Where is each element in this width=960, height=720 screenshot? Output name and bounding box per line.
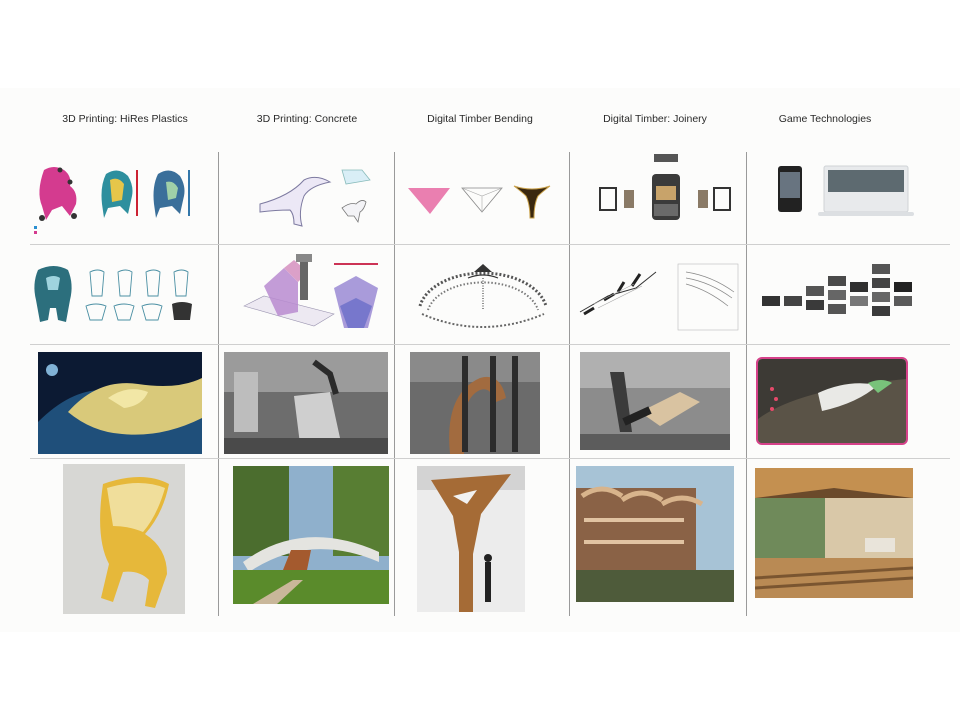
top-margin xyxy=(0,0,960,88)
column-divider xyxy=(569,152,570,616)
timber-joinery-assembly-diagram xyxy=(574,256,744,336)
column-divider xyxy=(746,152,747,616)
column-title-hires-plastics: 3D Printing: HiRes Plastics xyxy=(62,113,188,125)
row-divider xyxy=(30,344,950,345)
column-title-timber-joinery: Digital Timber: Joinery xyxy=(603,113,707,125)
game-tech-interior-photo xyxy=(755,468,913,598)
game-tech-devices-diagram xyxy=(764,162,924,224)
concrete-bench-diagram xyxy=(230,160,390,240)
timber-bending-result-photo xyxy=(417,466,525,612)
column-title-concrete: 3D Printing: Concrete xyxy=(256,113,358,125)
row-divider xyxy=(30,458,950,459)
concrete-print-robot-photo xyxy=(224,352,388,454)
plastics-chair-analysis-diagram xyxy=(30,160,210,240)
plastics-print-closeup-photo xyxy=(38,352,202,454)
column-divider xyxy=(394,152,395,616)
column-title-game-technologies: Game Technologies xyxy=(778,113,872,125)
timber-joinery-robot-photo xyxy=(580,352,730,450)
plastics-chair-variants-diagram xyxy=(30,256,210,336)
timber-joinery-building-photo xyxy=(576,466,734,602)
row-divider xyxy=(30,244,950,245)
game-tech-render-photo xyxy=(756,357,908,445)
timber-bending-diagram xyxy=(402,170,562,230)
column-title-timber-bending: Digital Timber Bending xyxy=(427,113,533,125)
column-divider xyxy=(218,152,219,616)
timber-bending-layout-diagram xyxy=(408,254,558,338)
concrete-bridge-result-photo xyxy=(233,466,389,604)
bottom-margin xyxy=(0,632,960,720)
game-tech-storyboard-diagram xyxy=(756,256,926,336)
plastics-chair-result-photo xyxy=(63,464,185,614)
concrete-printing-setup-diagram xyxy=(230,250,390,338)
timber-joinery-exploded-diagram xyxy=(580,152,740,232)
timber-bending-fixture-photo xyxy=(410,352,540,454)
